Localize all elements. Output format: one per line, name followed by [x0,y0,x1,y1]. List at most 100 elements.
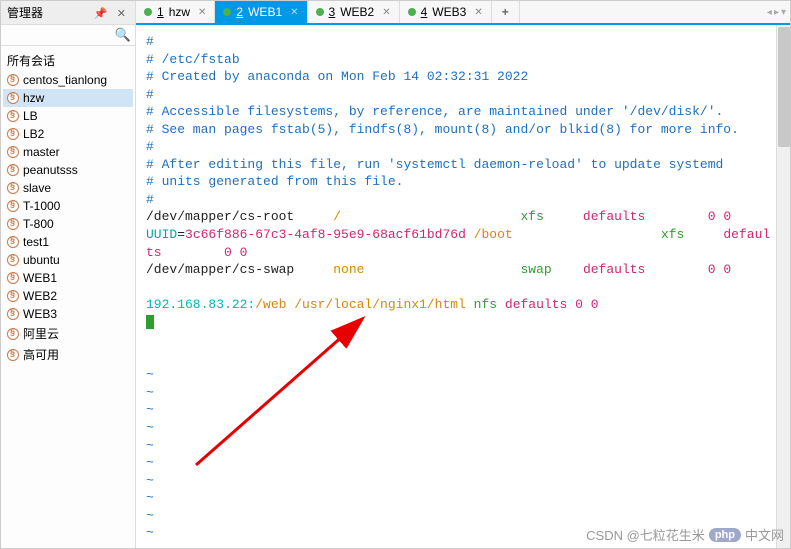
tab-label: WEB1 [248,5,282,19]
tilde-line: ~ [146,420,154,435]
root-device: /dev/mapper/cs-root [146,209,294,224]
swap-none: none [333,262,364,277]
host-icon [7,328,19,340]
sidebar-item[interactable]: ubuntu [3,251,133,269]
status-dot-icon [316,8,324,16]
host-icon [7,272,19,284]
tab-number: 2 [236,5,243,19]
comment-line: # [146,139,154,154]
sidebar-item[interactable]: hzw [3,89,133,107]
boot-defaults-wrap: ts [146,245,162,260]
sidebar-item[interactable]: WEB3 [3,305,133,323]
new-tab-button[interactable]: + [492,1,520,23]
sidebar-item[interactable]: slave [3,179,133,197]
sidebar-item-label: master [23,145,60,159]
sidebar-item-label: LB2 [23,127,44,141]
main-area: 1 hzw✕2 WEB1✕3 WEB2✕4 WEB3✕ + ◂ ▸ ▾ # # … [136,1,790,548]
php-badge: php [709,528,741,542]
sidebar-item[interactable]: LB2 [3,125,133,143]
csdn-watermark: CSDN @七粒花生米 [586,525,705,544]
comment-line: # Created by anaconda on Mon Feb 14 02:3… [146,69,528,84]
comment-line: # [146,34,154,49]
tab[interactable]: 4 WEB3 ✕ [400,1,492,23]
sidebar-item[interactable]: WEB2 [3,287,133,305]
tab-close-icon[interactable]: ✕ [471,7,482,18]
boot-defaults: defaul [723,227,770,242]
host-icon [7,74,19,86]
swap-defaults: defaults [583,262,645,277]
sidebar-item-label: ubuntu [23,253,60,267]
host-icon [7,164,19,176]
terminal-view[interactable]: # # /etc/fstab # Created by anaconda on … [136,25,790,548]
tab-bar: 1 hzw✕2 WEB1✕3 WEB2✕4 WEB3✕ + ◂ ▸ ▾ [136,1,790,25]
root-defaults: defaults [583,209,645,224]
tab-number: 4 [421,5,428,19]
scrollbar-thumb[interactable] [778,27,790,147]
pin-icon[interactable]: 📌 [91,8,111,20]
nfs-path: /web /usr/local/nginx1/html [255,297,466,312]
root-fs: xfs [521,209,544,224]
sidebar-item[interactable]: T-800 [3,215,133,233]
tab[interactable]: 3 WEB2✕ [308,1,400,23]
comment-line: # See man pages fstab(5), findfs(8), mou… [146,122,739,137]
tab-close-icon[interactable]: ✕ [379,7,390,18]
tilde-line: ~ [146,455,154,470]
search-icon[interactable]: 🔍 [115,27,131,42]
comment-line: # /etc/fstab [146,52,240,67]
sidebar-item[interactable]: peanutsss [3,161,133,179]
uuid-key: UUID [146,227,177,242]
swap-fs: swap [521,262,552,277]
sidebar-item[interactable]: 阿里云 [3,323,133,344]
sidebar-item-label: slave [23,181,51,195]
host-icon [7,349,19,361]
comment-line: # [146,192,154,207]
comment-line: # units generated from this file. [146,174,403,189]
sidebar-item[interactable]: 高可用 [3,344,133,365]
tab[interactable]: 2 WEB1 ✕ [215,1,307,23]
sidebar-item[interactable]: LB [3,107,133,125]
status-dot-icon [223,8,231,16]
host-icon [7,254,19,266]
root-mount: / [333,209,341,224]
sidebar-item[interactable]: centos_tianlong [3,71,133,89]
cn-watermark: 中文网 [745,525,784,544]
sidebar-item-label: 高可用 [23,346,59,363]
search-row: 🔍 [1,25,135,46]
cursor [146,315,154,329]
watermark: CSDN @七粒花生米 php 中文网 [586,525,784,544]
tilde-line: ~ [146,402,154,417]
sidebar-header: 管理器 📌 ✕ [1,1,135,25]
nfs-defaults: defaults [505,297,567,312]
sidebar-item[interactable]: WEB1 [3,269,133,287]
tab-menu-icon[interactable]: ▾ [781,7,786,18]
uuid-value: 3c66f886-67c3-4af8-95e9-68acf61bd76d [185,227,466,242]
terminal-scrollbar[interactable] [776,25,790,548]
sidebar-title: 管理器 [7,4,43,21]
sidebar-item-label: WEB1 [23,271,57,285]
session-tree[interactable]: 所有会话 centos_tianlonghzw LB LB2 master peanut… [1,46,135,548]
sidebar-item-label: 阿里云 [23,325,59,342]
tab-label: WEB3 [432,5,466,19]
host-icon [7,200,19,212]
tilde-line: ~ [146,490,154,505]
tree-root-label[interactable]: 所有会话 [3,50,133,71]
swap-device: /dev/mapper/cs-swap [146,262,294,277]
sidebar-item-label: T-1000 [23,199,60,213]
tab-next-icon[interactable]: ▸ [774,7,779,18]
tab-label: WEB2 [340,5,374,19]
session-sidebar: 管理器 📌 ✕ 🔍 所有会话 centos_tianlonghzw LB LB2 ma… [1,1,136,548]
tab[interactable]: 1 hzw✕ [136,1,215,23]
tab-close-icon[interactable]: ✕ [287,7,298,18]
app-window: 管理器 📌 ✕ 🔍 所有会话 centos_tianlonghzw LB LB2 ma… [0,0,791,549]
tab-prev-icon[interactable]: ◂ [767,7,772,18]
status-dot-icon [144,8,152,16]
sidebar-item[interactable]: master [3,143,133,161]
sidebar-close-icon[interactable]: ✕ [114,8,129,20]
sidebar-item[interactable]: T-1000 [3,197,133,215]
host-icon [7,110,19,122]
tilde-line: ~ [146,438,154,453]
sidebar-item-label: LB [23,109,38,123]
sidebar-item[interactable]: test1 [3,233,133,251]
nfs-dump: 0 [575,297,583,312]
tab-close-icon[interactable]: ✕ [195,7,206,18]
